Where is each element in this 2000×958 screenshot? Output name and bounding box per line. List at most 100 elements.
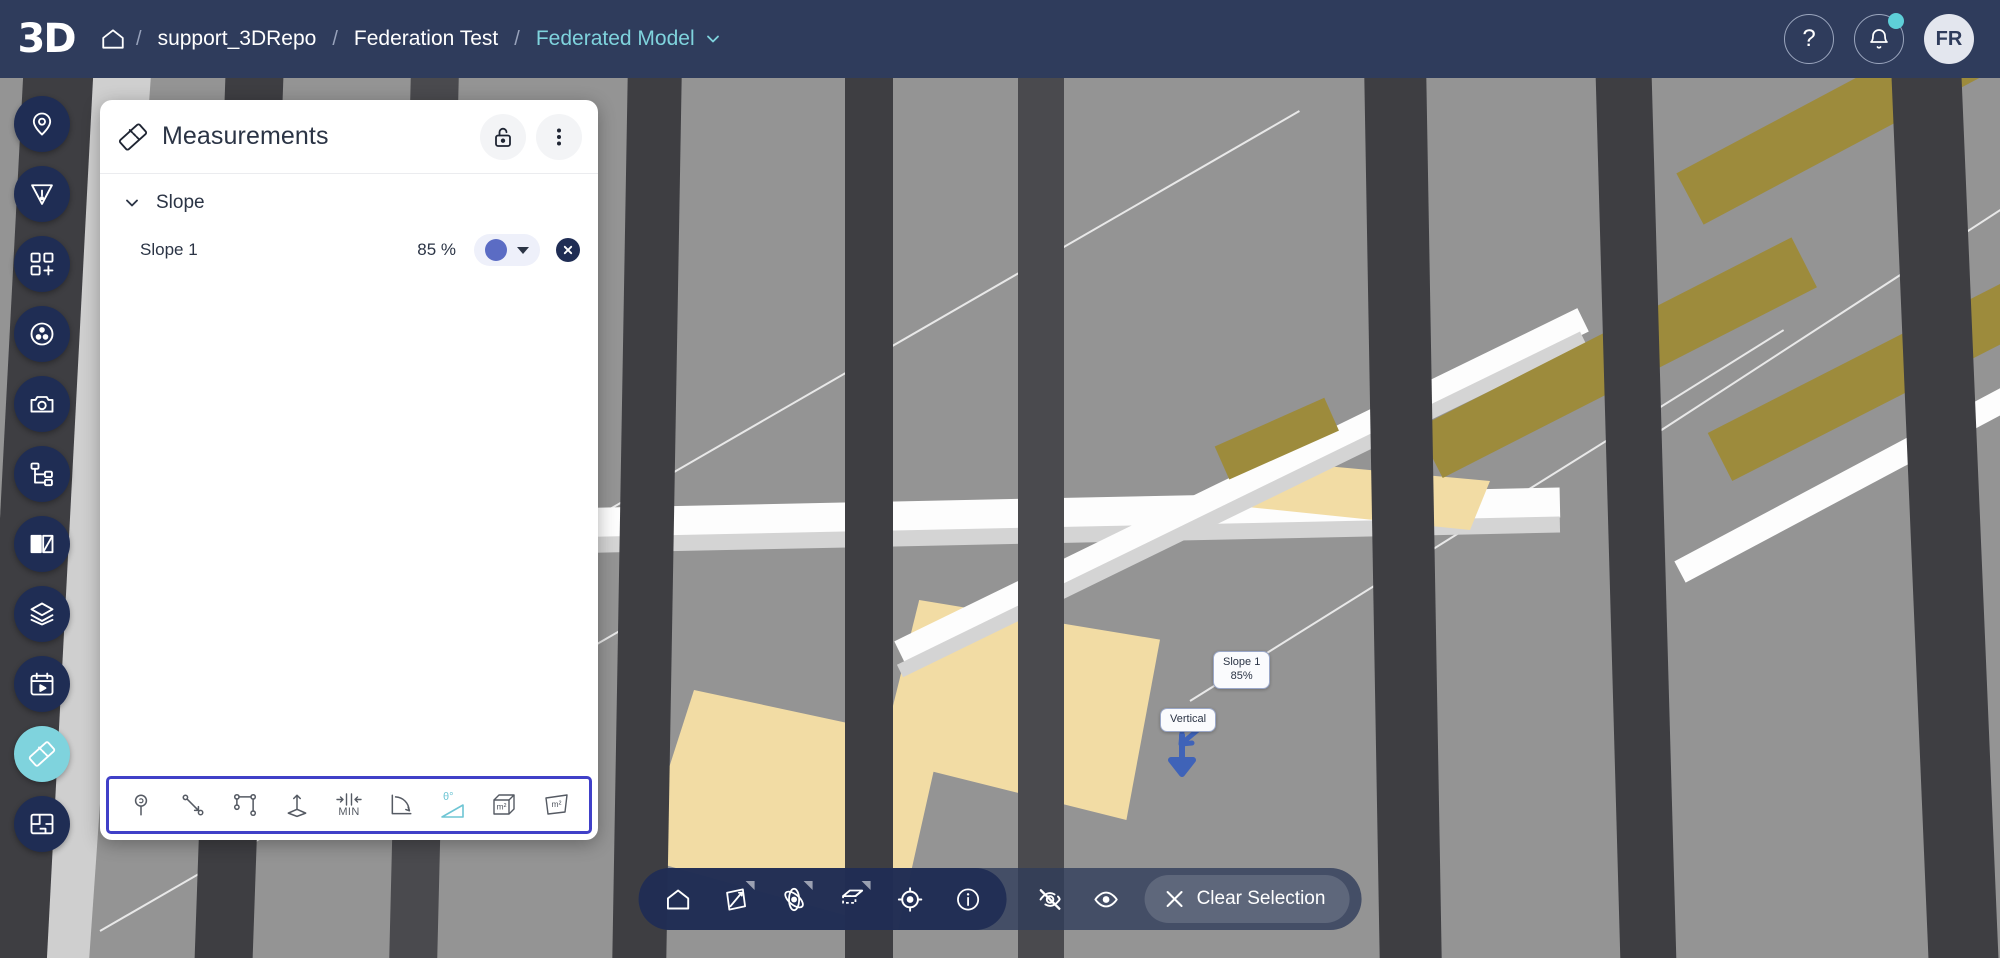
point-to-point-distance-icon (180, 792, 206, 818)
clear-selection-button[interactable]: Clear Selection (1144, 875, 1350, 923)
home-icon[interactable] (96, 22, 130, 56)
sidebar-item-layers[interactable] (14, 586, 70, 642)
focus-target-icon (896, 886, 923, 913)
breadcrumb-item-teamspace[interactable]: support_3DRepo (146, 23, 329, 55)
home-view-button[interactable] (651, 872, 705, 926)
sidebar-item-issues[interactable] (14, 96, 70, 152)
home-icon (664, 886, 691, 913)
svg-text:m²: m² (497, 802, 507, 812)
vertical-measurement-label[interactable]: Vertical (1160, 708, 1217, 732)
viewer-navigation-group (638, 868, 1007, 930)
viewer-bottom-toolbar: Clear Selection (638, 868, 1362, 930)
sidebar-item-floorplan[interactable] (14, 796, 70, 852)
eye-icon (1092, 886, 1119, 913)
layers-stack-icon (28, 600, 56, 628)
chevron-down-icon[interactable] (703, 29, 723, 49)
tool-point-to-point[interactable] (171, 783, 215, 827)
top-header-bar: 3D / support_3DRepo / Federation Test / … (0, 0, 2000, 78)
svg-text:m²: m² (552, 799, 562, 809)
tool-minimum-distance[interactable]: MIN (327, 783, 371, 827)
close-x-icon (1163, 887, 1187, 911)
tool-polyline[interactable] (223, 783, 267, 827)
floor-plan-icon (28, 810, 56, 838)
sidebar-item-sequences[interactable] (14, 656, 70, 712)
mode-indicator-triangle (861, 881, 871, 890)
sidebar-item-viewpoints[interactable] (14, 376, 70, 432)
polyline-icon (232, 792, 258, 818)
measurement-row[interactable]: Slope 1 85 % (100, 226, 598, 274)
info-circle-icon (954, 886, 981, 913)
navigation-mode-button[interactable] (709, 872, 763, 926)
tool-slope-label: θ° (443, 790, 454, 803)
tool-angle[interactable] (379, 783, 423, 827)
help-button[interactable]: ? (1784, 14, 1834, 64)
measurement-value: 85 % (417, 240, 456, 259)
header-actions: ? FR (1784, 13, 1974, 64)
close-circle-icon[interactable] (556, 238, 580, 262)
slope-label-value: 85% (1230, 669, 1253, 682)
sidebar-item-measurements[interactable] (14, 726, 70, 782)
sidebar-item-tree[interactable] (14, 446, 70, 502)
breadcrumb-item-model[interactable]: Federated Model (524, 23, 707, 55)
volume-cube-icon: m² (491, 792, 519, 818)
sidebar-item-risks[interactable] (14, 166, 70, 222)
measurement-group-slope[interactable]: Slope (100, 174, 598, 226)
three-dots-vertical-icon[interactable] (536, 113, 582, 160)
notifications-button[interactable] (1854, 13, 1904, 64)
info-button[interactable] (941, 872, 995, 926)
chevron-down-icon[interactable] (122, 193, 142, 213)
warning-triangle-icon (28, 180, 56, 208)
breadcrumb-separator-1: / (136, 27, 142, 50)
breadcrumb: / support_3DRepo / Federation Test / Fed… (96, 22, 723, 56)
left-sidebar (14, 96, 70, 852)
clear-selection-label: Clear Selection (1196, 888, 1326, 909)
measurements-panel-header: Measurements (100, 100, 598, 174)
breadcrumb-separator-2: / (332, 27, 338, 50)
avatar[interactable]: FR (1924, 14, 1974, 64)
tool-slope[interactable]: θ° (431, 783, 475, 827)
orbit-mode-button[interactable] (767, 872, 821, 926)
unlocked-padlock-icon[interactable] (480, 113, 526, 160)
sidebar-item-views[interactable] (14, 306, 70, 362)
focus-button[interactable] (883, 872, 937, 926)
hide-button[interactable] (1023, 872, 1077, 926)
slope-label-title: Slope 1 (1223, 656, 1261, 668)
eye-slash-icon (1036, 886, 1063, 913)
location-pin-icon (28, 110, 56, 138)
calendar-play-icon (28, 670, 56, 698)
measurement-color-picker[interactable] (474, 234, 540, 266)
area-polygon-icon: m² (543, 792, 571, 818)
notification-badge (1888, 13, 1904, 29)
clipping-plane-button[interactable] (825, 872, 879, 926)
show-all-button[interactable] (1079, 872, 1133, 926)
vertical-label-title: Vertical (1170, 713, 1207, 725)
application-root: Slope 1 85% Vertical 3D / support_3DRepo… (0, 0, 2000, 958)
breadcrumb-separator-3: / (514, 27, 520, 50)
app-logo[interactable]: 3D (17, 17, 76, 61)
target-dots-icon (28, 320, 56, 348)
sidebar-item-groups[interactable] (14, 236, 70, 292)
caret-down-icon (517, 246, 529, 254)
tool-area[interactable]: m² (535, 783, 579, 827)
color-swatch (485, 239, 507, 261)
angle-arc-icon (388, 792, 414, 818)
tool-calibrate[interactable] (119, 783, 163, 827)
hierarchy-tree-icon (28, 460, 56, 488)
slope-measurement-label[interactable]: Slope 1 85% (1213, 651, 1271, 689)
vertical-axis-icon (284, 792, 310, 818)
compare-split-icon (28, 530, 56, 558)
question-mark-icon: ? (1802, 25, 1816, 52)
camera-icon (28, 390, 56, 418)
grid-plus-icon (28, 250, 56, 278)
measurement-name: Slope 1 (140, 240, 198, 259)
sidebar-item-compare[interactable] (14, 516, 70, 572)
breadcrumb-item-project[interactable]: Federation Test (342, 23, 510, 55)
slope-triangle-icon: θ° (440, 790, 466, 819)
page-title: Measurements (162, 122, 329, 150)
tool-axis[interactable] (275, 783, 319, 827)
mode-indicator-triangle (803, 881, 813, 890)
mode-indicator-triangle (745, 881, 755, 890)
point-marker-icon (128, 792, 154, 818)
tool-volume[interactable]: m² (483, 783, 527, 827)
min-distance-icon: MIN (336, 792, 362, 818)
